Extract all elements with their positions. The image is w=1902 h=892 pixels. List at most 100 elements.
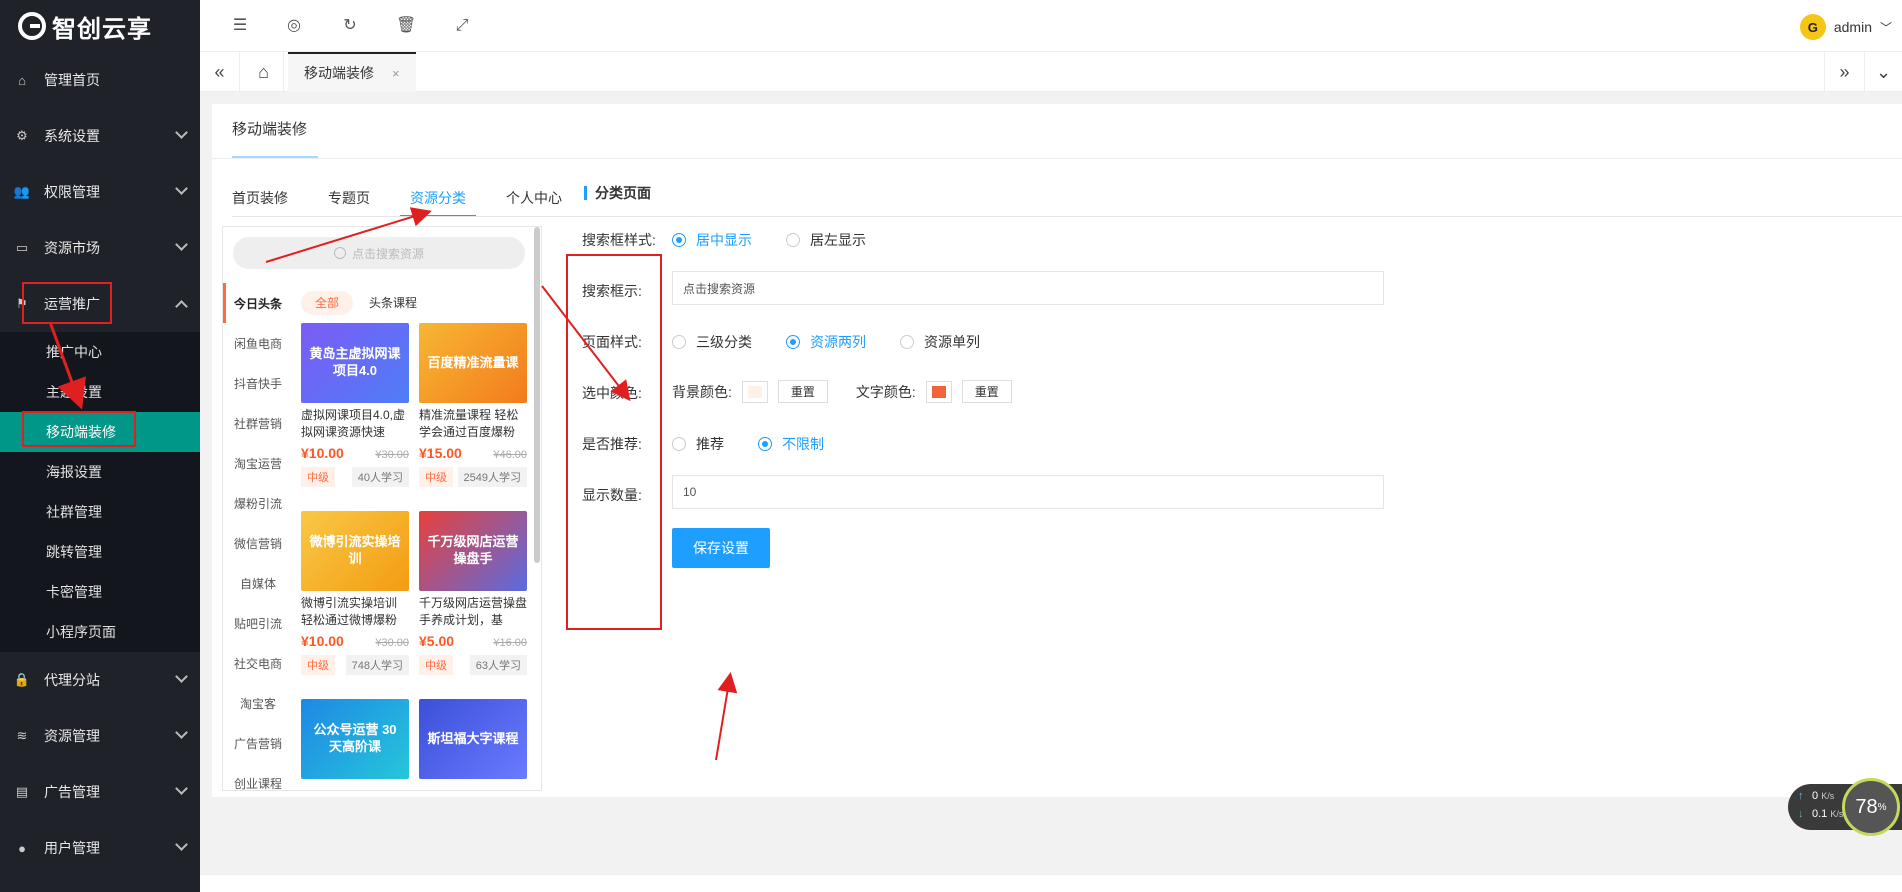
sub-item-redirect[interactable]: 跳转管理 xyxy=(0,532,200,572)
search-style-label: 搜索框样式: xyxy=(582,232,656,248)
product-image: 斯坦福大字课程 xyxy=(419,699,527,779)
sub-item-mini-program[interactable]: 小程序页面 xyxy=(0,612,200,652)
preview-category: 抖音快手 xyxy=(233,376,282,391)
radio-left[interactable]: 居左显示 xyxy=(786,230,866,250)
network-monitor-widget[interactable]: ↑ 0 K/s ↓ 0.1 K/s 78% xyxy=(1788,778,1902,836)
sidebar-item-ads[interactable]: ▤ 广告管理 xyxy=(0,764,200,820)
annotation-box xyxy=(22,282,112,324)
fullscreen-icon[interactable]: ⤢ xyxy=(452,16,472,36)
menu-toggle-icon[interactable]: ☰ xyxy=(230,16,250,36)
radio-label: 居中显示 xyxy=(696,232,752,248)
chevron-up-icon xyxy=(175,300,188,313)
preview-category: 创业课程 xyxy=(233,776,282,791)
sidebar-item-label: 系统设置 xyxy=(44,128,100,144)
count-input[interactable]: 10 xyxy=(672,475,1384,509)
close-icon[interactable]: × xyxy=(392,66,400,81)
text-color-reset-button[interactable]: 重置 xyxy=(961,380,1012,403)
download-speed: 0.1 K/s xyxy=(1812,808,1843,820)
preview-chip-news: 头条课程 xyxy=(369,296,418,310)
ad-icon: ▤ xyxy=(15,784,29,799)
save-button[interactable]: 保存设置 xyxy=(672,528,770,568)
preview-product-card: 微博引流实操培训 微博引流实操培训 轻松通过微博爆粉 ¥10.00 ¥30.00 … xyxy=(301,511,409,675)
product-name: 千万级网店运营操盘手养成计划，基 xyxy=(419,596,527,627)
scrollbar[interactable] xyxy=(534,227,540,563)
sub-item-community[interactable]: 社群管理 xyxy=(0,492,200,532)
user-menu[interactable]: G admin ﹀ xyxy=(1799,14,1892,40)
sidebar-item-label: 代理分站 xyxy=(44,672,100,688)
logo[interactable]: 智创云享 xyxy=(0,0,200,52)
download-value: 0.1 xyxy=(1812,808,1828,820)
gear-icon: ⚙ xyxy=(16,128,28,143)
product-price: ¥15.00 xyxy=(419,445,462,461)
sidebar-item-label: 权限管理 xyxy=(44,184,100,200)
radio-unchecked-icon xyxy=(672,335,686,349)
product-learners: 748人学习 xyxy=(345,655,409,675)
radio-label: 资源两列 xyxy=(810,334,866,350)
preview-search-placeholder: 点击搜索资源 xyxy=(351,246,424,261)
tabs-scroll-right-icon[interactable]: » xyxy=(1824,52,1864,92)
sidebar-item-agent[interactable]: 🔒 代理分站 xyxy=(0,652,200,708)
tab-personal-center[interactable]: 个人中心 xyxy=(506,180,582,216)
bg-color-picker[interactable] xyxy=(741,380,768,403)
radio-three-level[interactable]: 三级分类 xyxy=(672,332,752,352)
section-title: 分类页面 xyxy=(584,186,651,200)
sidebar-item-permissions[interactable]: 👥 权限管理 xyxy=(0,164,200,220)
sidebar-item-resource-mgmt[interactable]: ≋ 资源管理 xyxy=(0,708,200,764)
sidebar-item-home[interactable]: ⌂ 管理首页 xyxy=(0,52,200,108)
tab-home-decoration[interactable]: 首页装修 xyxy=(232,180,308,216)
avatar: G xyxy=(1799,14,1826,40)
tab-resource-category[interactable]: 资源分类 xyxy=(400,180,486,217)
product-price: ¥5.00 xyxy=(419,633,455,649)
preview-category: 社交电商 xyxy=(233,656,282,671)
radio-single-column[interactable]: 资源单列 xyxy=(900,332,980,352)
lock-icon: 🔒 xyxy=(13,672,31,687)
radio-unlimited[interactable]: 不限制 xyxy=(758,434,824,454)
sub-item-theme-settings[interactable]: 主题设置 xyxy=(0,372,200,412)
radio-two-columns[interactable]: 资源两列 xyxy=(786,332,866,352)
upload-unit: K/s xyxy=(1821,791,1835,801)
sub-item-card-keys[interactable]: 卡密管理 xyxy=(0,572,200,612)
radio-unchecked-icon xyxy=(786,233,800,247)
tab-mobile-decoration[interactable]: 移动端装修 × xyxy=(288,52,416,92)
product-image: 百度精准流量课 xyxy=(419,323,527,403)
sub-item-promotion-center[interactable]: 推广中心 xyxy=(0,332,200,372)
globe-icon[interactable]: ◎ xyxy=(284,16,304,36)
annotation-box xyxy=(22,411,136,447)
sidebar-item-users[interactable]: ● 用户管理 xyxy=(0,820,200,876)
sidebar-item-resource-market[interactable]: ▭ 资源市场 xyxy=(0,220,200,276)
product-name: 微博引流实操培训 轻松通过微博爆粉 xyxy=(301,596,398,627)
radio-label: 资源单列 xyxy=(924,334,980,350)
text-color-picker[interactable] xyxy=(925,380,952,403)
preview-category: 爆粉引流 xyxy=(233,496,282,511)
sub-item-poster-settings[interactable]: 海报设置 xyxy=(0,452,200,492)
tabs-menu-icon[interactable]: ⌄ xyxy=(1864,52,1902,92)
mobile-preview: 点击搜索资源 今日头条 闲鱼电商 抖音快手 社群营销 淘宝运营 爆粉引流 微信营… xyxy=(222,226,542,791)
preview-product-card: 百度精准流量课 精准流量课程 轻松学会通过百度爆粉 ¥15.00 ¥46.00 中… xyxy=(419,323,527,487)
radio-label: 推荐 xyxy=(696,436,724,452)
preview-category: 淘宝运营 xyxy=(233,456,282,471)
user-name: admin xyxy=(1833,19,1872,35)
upload-value: 0 xyxy=(1812,790,1819,802)
home-tab-icon[interactable]: ⌂ xyxy=(244,52,284,92)
chevron-down-icon xyxy=(175,126,188,139)
chevron-down-icon xyxy=(175,182,188,195)
product-image: 公众号运营 30天高阶课 xyxy=(301,699,409,779)
preview-category: 广告营销 xyxy=(233,736,282,751)
chevron-down-icon xyxy=(175,670,188,683)
sidebar-item-label: 资源市场 xyxy=(44,240,100,256)
color-row: 背景颜色: 重置 文字颜色: 重置 xyxy=(672,380,1012,403)
tab-topic-page[interactable]: 专题页 xyxy=(328,180,390,216)
radio-recommend[interactable]: 推荐 xyxy=(672,434,724,454)
product-level: 中级 xyxy=(419,655,453,675)
trash-icon[interactable]: 🗑 xyxy=(396,16,416,36)
product-name: 虚拟网课项目4.0,虚拟网课资源快速 xyxy=(301,408,406,439)
upload-speed: 0 K/s xyxy=(1812,790,1834,802)
refresh-icon[interactable]: ↻ xyxy=(340,16,360,36)
search-hint-input[interactable]: 点击搜索资源 xyxy=(672,271,1384,305)
radio-center[interactable]: 居中显示 xyxy=(672,230,752,250)
bg-color-swatch xyxy=(747,385,762,398)
tabs-scroll-left-icon[interactable]: « xyxy=(200,52,240,92)
sidebar-item-system-settings[interactable]: ⚙ 系统设置 xyxy=(0,108,200,164)
annotation-box xyxy=(566,254,662,630)
bg-color-reset-button[interactable]: 重置 xyxy=(777,380,828,403)
